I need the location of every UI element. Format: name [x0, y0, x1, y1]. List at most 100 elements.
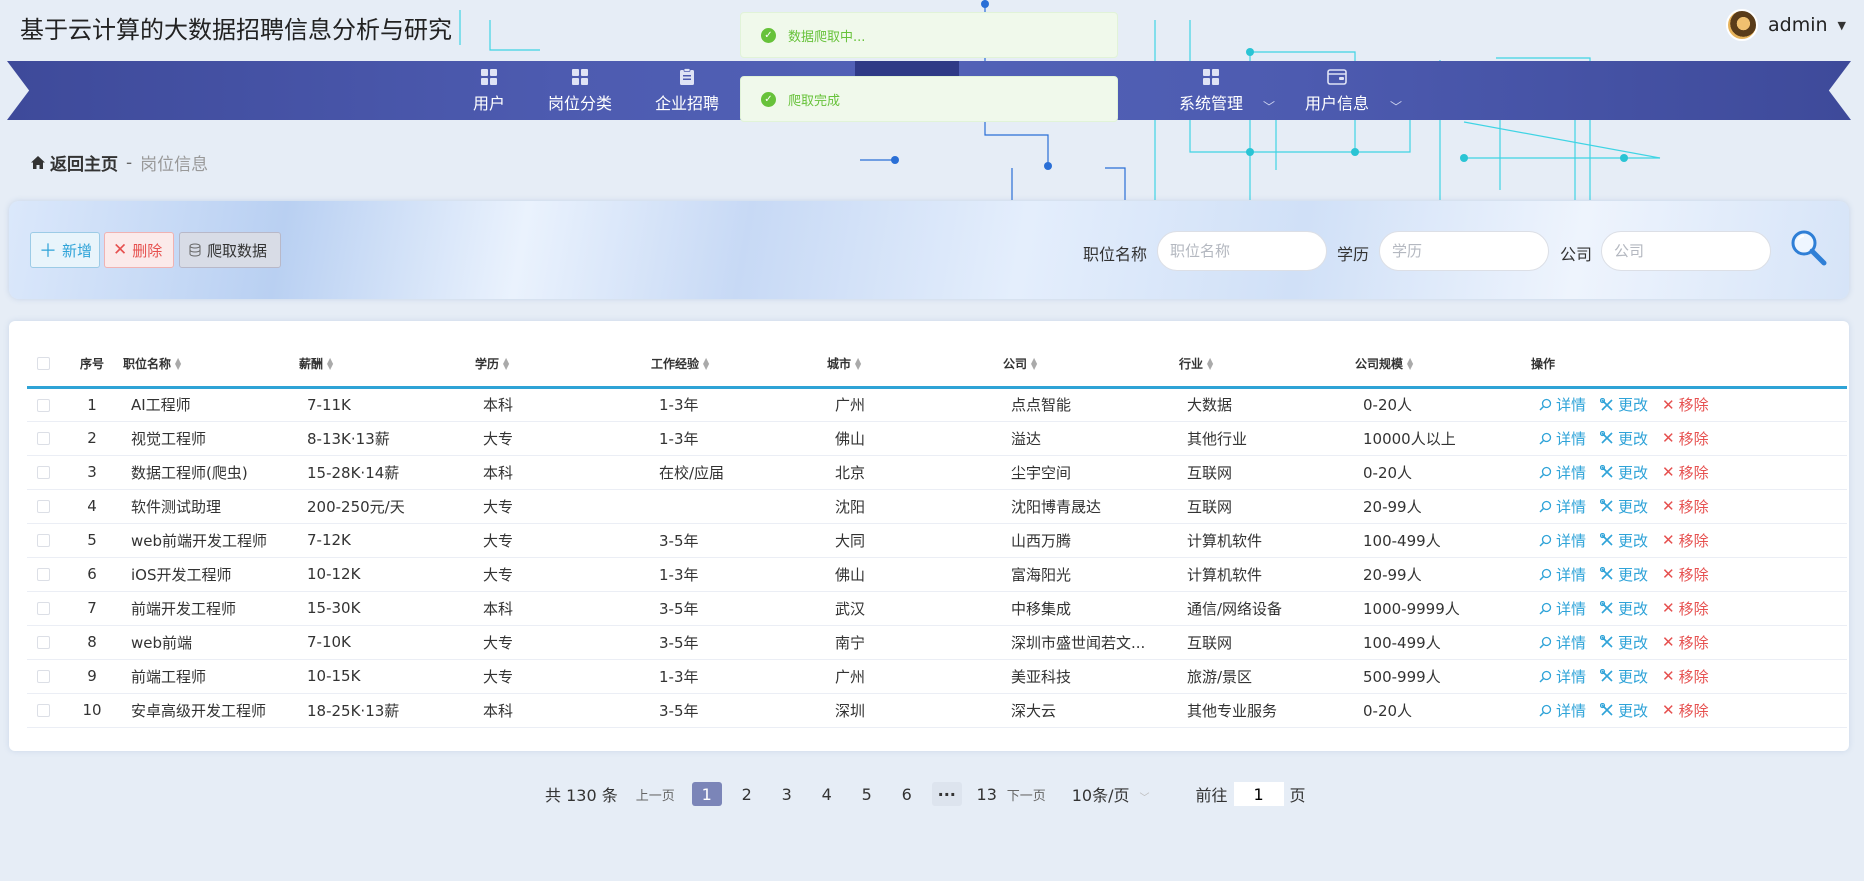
column-header-city[interactable]: 城市 ▲ ▼: [821, 341, 997, 389]
avatar[interactable]: [1725, 9, 1758, 41]
row-checkbox-cell[interactable]: [27, 489, 67, 524]
edit-button[interactable]: 更改: [1600, 496, 1648, 517]
detail-button[interactable]: 详情: [1539, 428, 1586, 449]
crawl-data-button[interactable]: 爬取数据: [179, 232, 281, 268]
row-checkbox[interactable]: [37, 636, 50, 649]
detail-button[interactable]: 详情: [1539, 666, 1586, 687]
search-button[interactable]: [1789, 228, 1829, 268]
edit-button[interactable]: 更改: [1600, 462, 1648, 483]
row-checkbox-cell[interactable]: [27, 421, 67, 456]
remove-button[interactable]: ✕ 移除: [1662, 462, 1709, 483]
detail-button[interactable]: 详情: [1539, 564, 1586, 585]
edit-button[interactable]: 更改: [1600, 394, 1648, 415]
user-menu[interactable]: admin ▼: [1725, 9, 1846, 41]
company-search-input[interactable]: [1601, 231, 1771, 271]
add-button[interactable]: ＋ 新增: [30, 232, 100, 268]
delete-button[interactable]: ✕ 删除: [104, 232, 174, 268]
row-checkbox[interactable]: [37, 534, 50, 547]
sort-icon[interactable]: ▲ ▼: [1207, 357, 1213, 371]
detail-button[interactable]: 详情: [1539, 462, 1586, 483]
education-search-input[interactable]: [1379, 231, 1549, 271]
remove-button[interactable]: ✕ 移除: [1662, 598, 1709, 619]
edit-button[interactable]: 更改: [1600, 428, 1648, 449]
row-checkbox-cell[interactable]: [27, 693, 67, 728]
column-header-experience[interactable]: 工作经验 ▲ ▼: [645, 341, 821, 389]
row-checkbox[interactable]: [37, 670, 50, 683]
breadcrumb-home-label[interactable]: 返回主页: [50, 150, 118, 175]
row-checkbox-cell[interactable]: [27, 455, 67, 490]
sort-icon[interactable]: ▲ ▼: [1031, 357, 1037, 371]
remove-button[interactable]: ✕ 移除: [1662, 564, 1709, 585]
page-1-button[interactable]: 1: [691, 782, 722, 806]
next-page-button[interactable]: 下一页: [1007, 785, 1046, 804]
caret-down-icon[interactable]: ▼: [1838, 19, 1846, 32]
sort-icon[interactable]: ▲ ▼: [503, 357, 509, 371]
row-checkbox-cell[interactable]: [27, 591, 67, 626]
detail-button[interactable]: 详情: [1539, 700, 1586, 721]
username[interactable]: admin: [1768, 14, 1828, 36]
page-4-button[interactable]: 4: [812, 782, 842, 806]
nav-item-users[interactable]: 用户: [473, 67, 505, 114]
row-checkbox-cell[interactable]: [27, 625, 67, 660]
page-size-select[interactable]: 10条/页 ﹀: [1072, 782, 1150, 806]
column-header-position[interactable]: 职位名称 ▲ ▼: [117, 341, 293, 389]
page-5-button[interactable]: 5: [852, 782, 882, 806]
column-header-company[interactable]: 公司 ▲ ▼: [997, 341, 1173, 389]
remove-button[interactable]: ✕ 移除: [1662, 632, 1709, 653]
nav-item-job-category[interactable]: 岗位分类: [548, 67, 612, 114]
row-checkbox-cell[interactable]: [27, 659, 67, 694]
row-checkbox[interactable]: [37, 432, 50, 445]
row-checkbox[interactable]: [37, 602, 50, 615]
nav-item-user-info[interactable]: 用户信息: [1305, 67, 1369, 114]
detail-button[interactable]: 详情: [1539, 496, 1586, 517]
goto-page-input[interactable]: [1233, 782, 1284, 806]
row-checkbox[interactable]: [37, 568, 50, 581]
select-all-checkbox[interactable]: [37, 357, 50, 371]
page-13-button[interactable]: 13: [972, 782, 1002, 806]
column-header-education[interactable]: 学历 ▲ ▼: [469, 341, 645, 389]
edit-button[interactable]: 更改: [1600, 598, 1648, 619]
remove-button[interactable]: ✕ 移除: [1662, 428, 1709, 449]
select-all-checkbox-cell[interactable]: [27, 341, 67, 389]
sort-icon[interactable]: ▲ ▼: [855, 357, 861, 371]
chevron-down-icon[interactable]: ﹀: [1390, 98, 1402, 115]
sort-icon[interactable]: ▲ ▼: [327, 357, 333, 371]
column-header-industry[interactable]: 行业 ▲ ▼: [1173, 341, 1349, 389]
chevron-down-icon[interactable]: ﹀: [1263, 98, 1275, 115]
page-2-button[interactable]: 2: [732, 782, 762, 806]
row-checkbox[interactable]: [37, 466, 50, 479]
position-search-input[interactable]: [1157, 231, 1327, 271]
edit-button[interactable]: 更改: [1600, 632, 1648, 653]
prev-page-button[interactable]: 上一页: [636, 785, 675, 804]
remove-button[interactable]: ✕ 移除: [1662, 666, 1709, 687]
detail-button[interactable]: 详情: [1539, 394, 1586, 415]
remove-button[interactable]: ✕ 移除: [1662, 496, 1709, 517]
row-checkbox[interactable]: [37, 398, 50, 412]
detail-button[interactable]: 详情: [1539, 598, 1586, 619]
edit-button[interactable]: 更改: [1600, 530, 1648, 551]
page-3-button[interactable]: 3: [772, 782, 802, 806]
edit-button[interactable]: 更改: [1600, 700, 1648, 721]
nav-item-recruitment[interactable]: 企业招聘: [655, 67, 719, 114]
row-checkbox-cell[interactable]: [27, 387, 67, 422]
sort-icon[interactable]: ▲ ▼: [175, 357, 181, 371]
row-checkbox[interactable]: [37, 500, 50, 513]
sort-icon[interactable]: ▲ ▼: [703, 357, 709, 371]
remove-button[interactable]: ✕ 移除: [1662, 700, 1709, 721]
column-header-scale[interactable]: 公司规模 ▲ ▼: [1349, 341, 1525, 389]
row-checkbox[interactable]: [37, 704, 50, 717]
row-checkbox-cell[interactable]: [27, 523, 67, 558]
edit-button[interactable]: 更改: [1600, 564, 1648, 585]
breadcrumb-home[interactable]: 返回主页: [30, 150, 118, 175]
detail-button[interactable]: 详情: [1539, 530, 1586, 551]
detail-button[interactable]: 详情: [1539, 632, 1586, 653]
remove-button[interactable]: ✕ 移除: [1662, 394, 1709, 415]
more-pages-button[interactable]: ···: [931, 782, 962, 806]
edit-button[interactable]: 更改: [1600, 666, 1648, 687]
page-6-button[interactable]: 6: [892, 782, 922, 806]
nav-item-system-admin[interactable]: 系统管理: [1179, 67, 1243, 114]
sort-icon[interactable]: ▲ ▼: [1407, 357, 1413, 371]
row-checkbox-cell[interactable]: [27, 557, 67, 592]
remove-button[interactable]: ✕ 移除: [1662, 530, 1709, 551]
column-header-salary[interactable]: 薪酬 ▲ ▼: [293, 341, 469, 389]
